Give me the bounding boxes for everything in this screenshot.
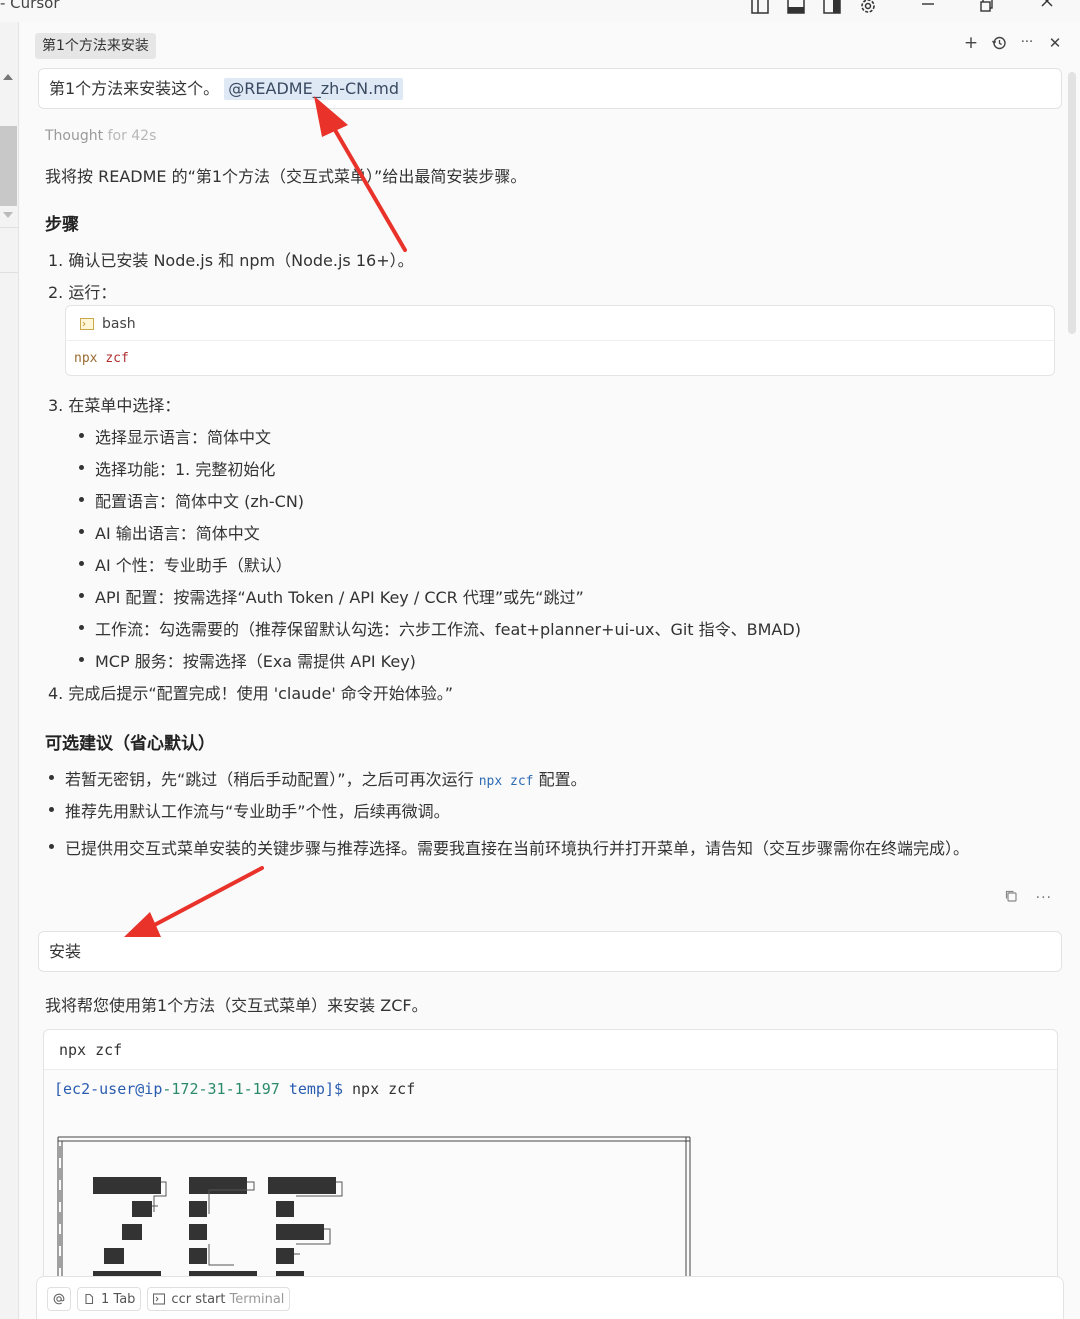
menu-choice: API 配置：按需选择“Auth Token / API Key / CCR 代…: [79, 584, 584, 608]
gutter-scroll-thumb[interactable]: [0, 126, 17, 206]
optional-item: 推荐先用默认工作流与“专业助手”个性，后续再微调。: [49, 798, 450, 822]
step-3: 3. 在菜单中选择：: [48, 396, 181, 415]
optional-item: 若暂无密钥，先“跳过（稍后手动配置）”，之后可再次运行 npx zcf 配置。: [49, 766, 587, 790]
terminal-output: npx zcf [ec2-user@ip-172-31-1-197 temp]$…: [43, 1029, 1058, 1299]
inline-code: npx zcf: [478, 774, 534, 789]
menu-choice: AI 个性：专业助手（默认）: [79, 552, 292, 576]
step-2: 2. 运行：: [48, 283, 117, 302]
code-language: bash: [80, 316, 136, 332]
history-icon[interactable]: [990, 34, 1008, 52]
code-argument: zcf: [105, 351, 129, 366]
tab-context-chip[interactable]: 1 Tab: [77, 1287, 142, 1311]
terminal-body: [ec2-user@ip-172-31-1-197 temp]$ npx zcf: [44, 1070, 1057, 1298]
tab-actions: + ··· ✕: [952, 34, 1064, 52]
user-message[interactable]: 第1个方法来安装这个。 @README_zh-CN.md: [38, 68, 1062, 109]
steps-heading: 步骤: [45, 215, 79, 235]
chat-composer[interactable]: 1 Tab ccr start Terminal: [36, 1276, 1064, 1319]
user-message[interactable]: 安装: [38, 931, 1062, 972]
close-chat-icon[interactable]: ✕: [1046, 34, 1064, 52]
menu-choice: 配置语言：简体中文 (zh-CN): [78, 488, 304, 512]
close-window-icon[interactable]: [1038, 0, 1058, 16]
minimize-icon[interactable]: [918, 0, 938, 16]
menu-choice: 工作流：勾选需要的（推荐保留默认勾选：六步工作流、feat+planner+ui…: [79, 616, 801, 640]
step-4: 4. 完成后提示“配置完成！使用 'claude' 命令开始体验。”: [48, 684, 454, 703]
code-block: bash npx zcf: [65, 305, 1055, 376]
context-chips: 1 Tab ccr start Terminal: [47, 1287, 296, 1311]
message-more-icon[interactable]: ···: [1036, 890, 1052, 906]
terminal-icon: [80, 318, 94, 330]
summary-item: 已提供用交互式菜单安装的关键步骤与推荐选择。需要我直接在当前环境执行并打开菜单，…: [48, 835, 969, 859]
add-context-button[interactable]: [47, 1287, 71, 1311]
message-actions: ···: [1004, 888, 1052, 907]
chat-tab-bar: 第1个方法来安装 + ··· ✕: [20, 22, 1080, 68]
shell-prompt: [ec2-user@ip-172-31-1-197 temp]$ npx zcf: [54, 1080, 416, 1098]
more-options-icon[interactable]: ···: [1018, 34, 1036, 52]
chat-scrollbar-thumb[interactable]: [1068, 72, 1076, 334]
terminal-command: npx zcf: [59, 1041, 123, 1059]
menu-choice: MCP 服务：按需选择（Exa 需提供 API Key): [79, 648, 416, 672]
thought-indicator[interactable]: Thought for 42s: [45, 128, 156, 144]
terminal-context-chip[interactable]: ccr start Terminal: [147, 1287, 291, 1311]
assistant-reply: 我将帮您使用第1个方法（交互式菜单）来安装 ZCF。: [45, 996, 428, 1015]
step-1: 1. 确认已安装 Node.js 和 npm（Node.js 16+）。: [48, 251, 414, 270]
scroll-down-icon[interactable]: [3, 212, 13, 218]
code-command: npx: [74, 351, 98, 366]
code-line: npx zcf: [74, 351, 129, 366]
toggle-panel-icon[interactable]: [786, 0, 806, 16]
user-message-text: 安装: [49, 942, 82, 961]
file-mention[interactable]: @README_zh-CN.md: [224, 78, 403, 100]
ascii-logo-banner: [57, 1136, 691, 1298]
menu-choice: 选择显示语言：简体中文: [78, 424, 271, 448]
code-language-label: bash: [102, 316, 136, 332]
thought-duration: for 42s: [107, 128, 157, 144]
file-icon: [85, 1293, 94, 1305]
title-bar-icons: [734, 0, 1080, 18]
settings-gear-icon[interactable]: [858, 0, 878, 16]
toggle-secondary-sidebar-icon[interactable]: [822, 0, 842, 16]
toggle-sidebar-icon[interactable]: [750, 0, 770, 16]
restore-icon[interactable]: [978, 0, 998, 16]
new-chat-icon[interactable]: +: [962, 34, 980, 52]
scroll-up-icon[interactable]: [3, 74, 13, 80]
user-message-text: 第1个方法来安装这个。: [49, 79, 220, 98]
thought-label: Thought: [45, 128, 104, 144]
assistant-intro: 我将按 README 的“第1个方法（交互式菜单）”给出最简安装步骤。: [45, 167, 527, 186]
menu-choice: AI 输出语言：简体中文: [79, 520, 260, 544]
menu-choice: 选择功能：1. 完整初始化: [78, 456, 275, 480]
chat-panel: 第1个方法来安装 + ··· ✕ 第1个方法来安装这个。 @README_zh-…: [20, 22, 1080, 1319]
window-title: - Cursor: [0, 0, 60, 12]
optional-heading: 可选建议（省心默认）: [45, 734, 215, 754]
tab-chat[interactable]: 第1个方法来安装: [35, 33, 156, 59]
title-bar: - Cursor: [0, 0, 1080, 22]
at-icon: [53, 1293, 65, 1305]
terminal-icon: [153, 1293, 166, 1305]
left-gutter: [0, 22, 19, 1319]
copy-icon[interactable]: [1004, 888, 1018, 907]
